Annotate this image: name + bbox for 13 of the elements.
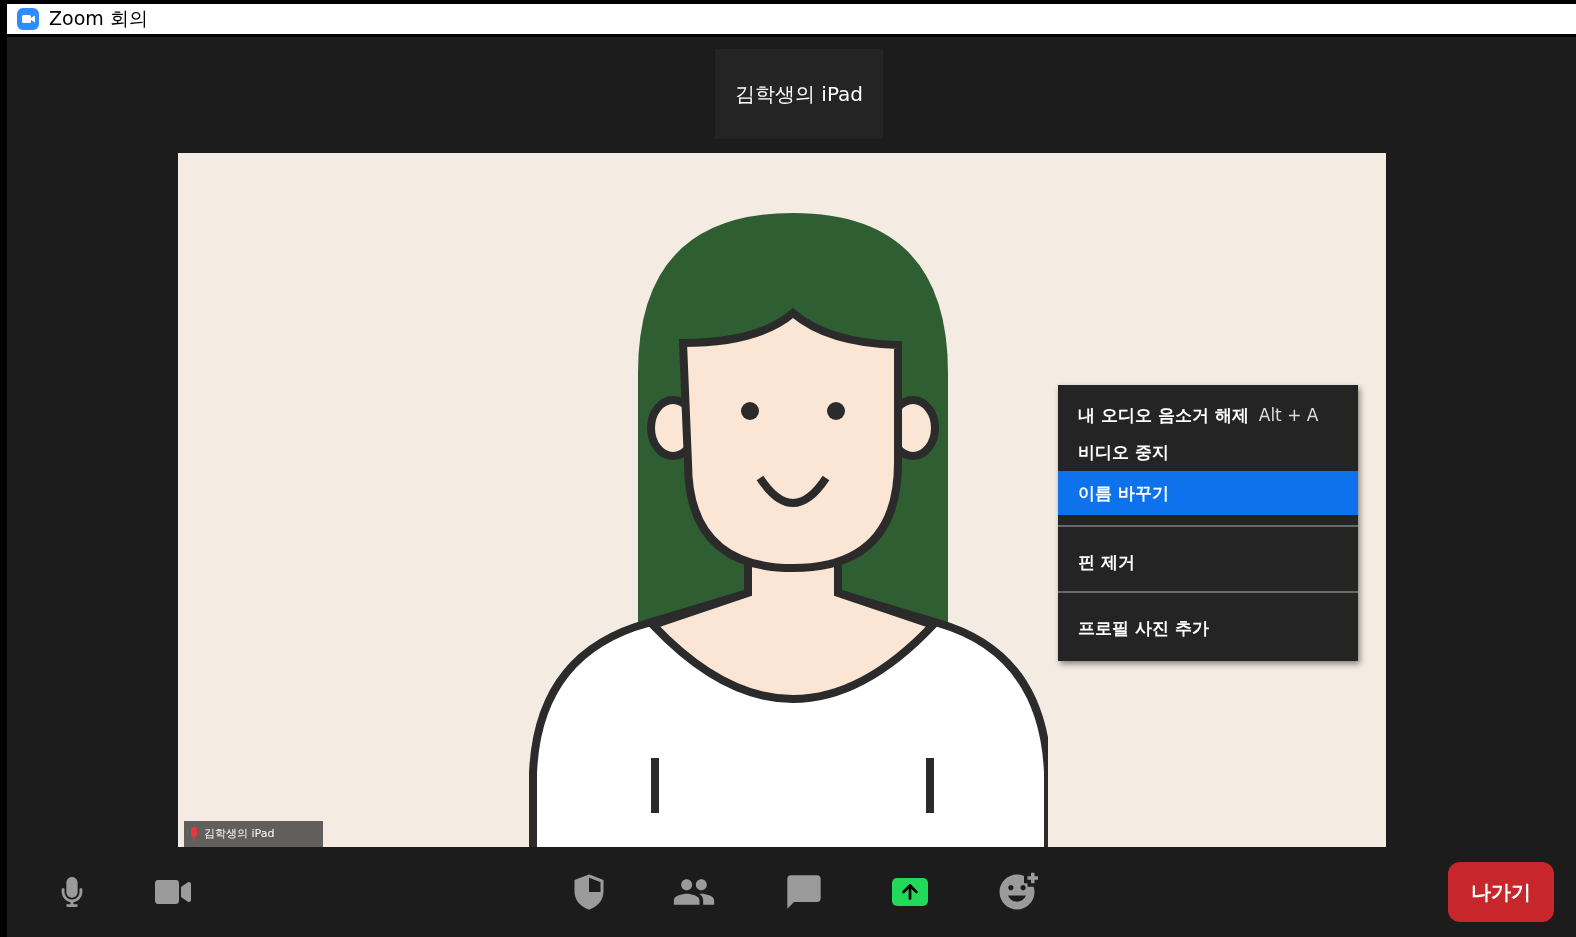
menu-item[interactable]: 내 오디오 음소거 해제 Alt + A xyxy=(1058,396,1358,434)
participant-name: 김학생의 iPad xyxy=(204,828,275,840)
menu-item[interactable]: 이름 바꾸기 xyxy=(1058,471,1358,515)
share-screen-button[interactable] xyxy=(891,878,928,906)
window-title: Zoom 회의 xyxy=(49,6,148,31)
menu-item[interactable]: 비디오 중지 xyxy=(1058,434,1358,471)
app-logo-icon xyxy=(17,8,39,30)
leave-button[interactable]: 나가기 xyxy=(1448,862,1554,922)
menu-item[interactable]: 프로필 사진 추가 xyxy=(1058,609,1358,647)
menu-item[interactable]: 핀 제거 xyxy=(1058,543,1358,581)
shield-icon[interactable] xyxy=(573,874,604,910)
shortcut-text: Alt + A xyxy=(1258,405,1319,425)
speaker-name: 김학생의 iPad xyxy=(715,49,883,139)
